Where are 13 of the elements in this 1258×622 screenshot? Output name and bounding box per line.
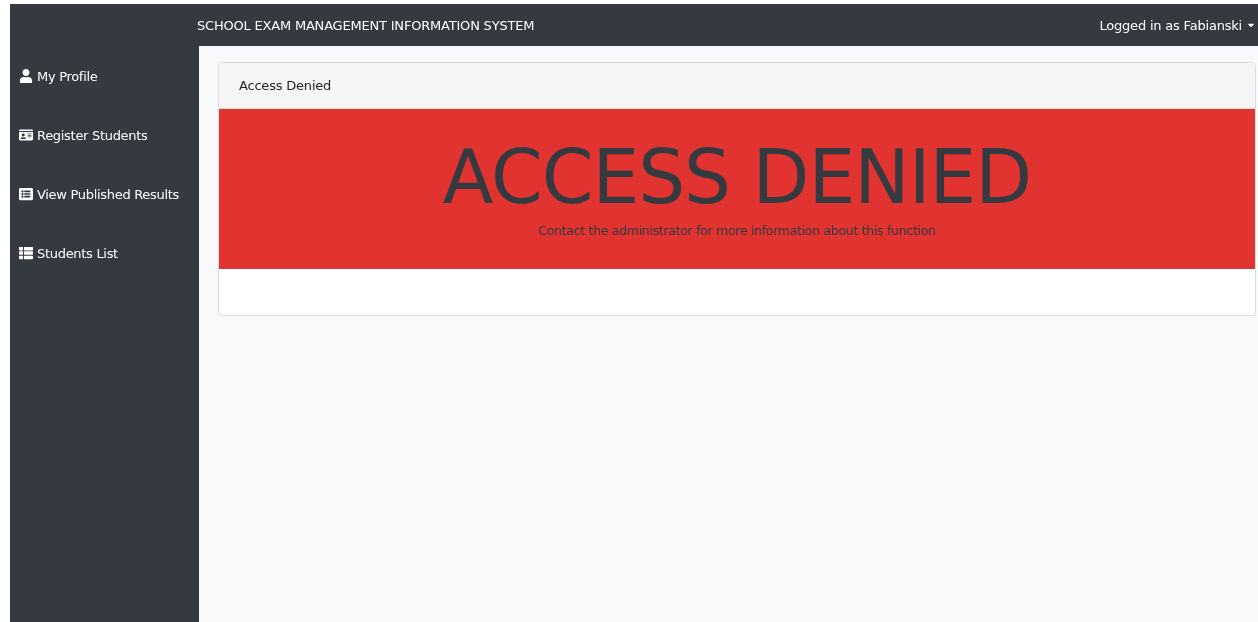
sidebar-item[interactable]: Register Students (19, 125, 148, 145)
card-title: Access Denied (239, 78, 332, 93)
sidebar-item[interactable]: My Profile (19, 66, 98, 86)
sidebar-item[interactable]: Students List (19, 243, 118, 263)
user-icon (19, 69, 33, 83)
list-icon (19, 246, 33, 260)
app-title: SCHOOL EXAM MANAGEMENT INFORMATION SYSTEM (197, 17, 535, 33)
alert-message: Contact the administrator for more information about this function (538, 223, 936, 238)
alert-heading: ACCESS DENIED (442, 133, 1032, 221)
sidebar-item[interactable]: View Published Results (19, 184, 180, 204)
user-menu[interactable]: Logged in as Fabianski (1099, 17, 1258, 33)
id-card-icon (19, 128, 33, 142)
table-icon (19, 187, 33, 201)
